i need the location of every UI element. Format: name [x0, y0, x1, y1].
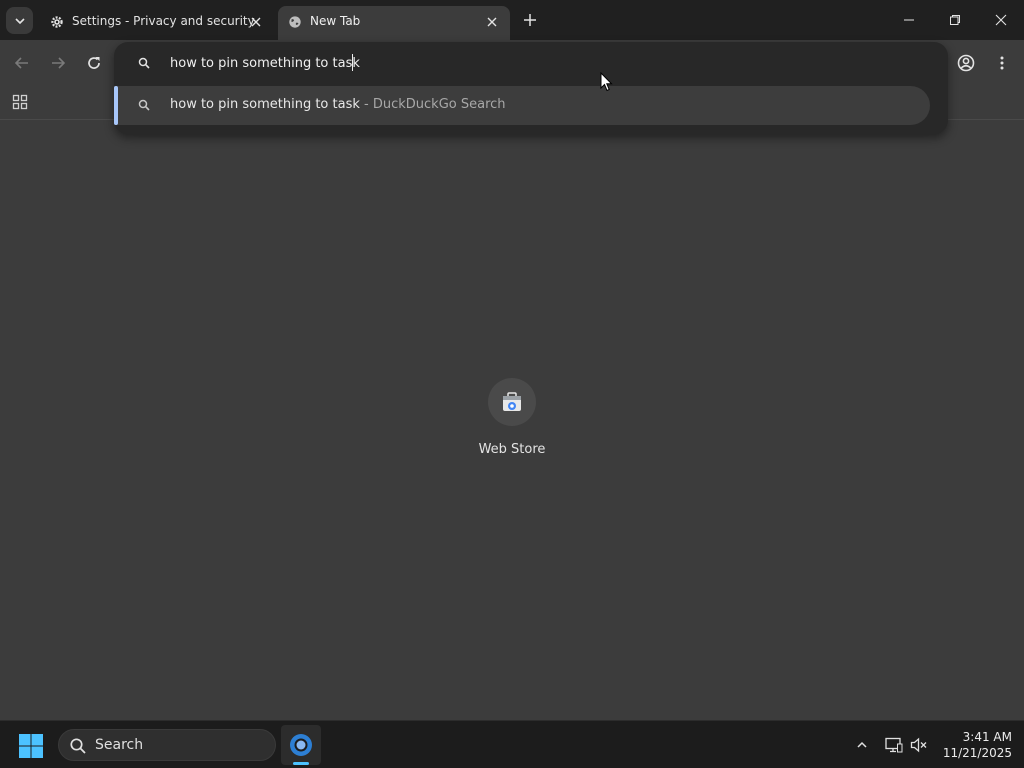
restore-button[interactable]	[932, 0, 978, 40]
suggestion-item[interactable]: how to pin something to task - DuckDuckG…	[114, 86, 930, 125]
suggestion-query: how to pin something to task	[170, 97, 360, 112]
globe-icon	[287, 14, 303, 30]
back-button[interactable]	[10, 51, 34, 75]
mouse-cursor-icon	[600, 72, 613, 92]
taskbar-search[interactable]: Search	[58, 729, 276, 761]
chevron-down-icon	[14, 17, 25, 24]
apps-grid-icon	[12, 94, 28, 110]
reload-icon	[88, 57, 100, 69]
taskbar-search-label: Search	[95, 737, 144, 753]
account-icon	[957, 54, 975, 72]
selection-indicator	[114, 86, 118, 125]
arrow-right-icon	[52, 57, 66, 69]
search-icon	[136, 55, 152, 71]
address-input[interactable]	[170, 52, 770, 74]
shortcut-tile[interactable]: Web Store	[472, 376, 552, 466]
tab-title: Settings - Privacy and security	[72, 14, 255, 28]
tab-settings[interactable]: Settings - Privacy and security	[40, 6, 274, 40]
windows-start-icon[interactable]	[18, 733, 44, 759]
close-icon[interactable]	[484, 14, 500, 30]
tab-new-tab[interactable]: New Tab	[278, 6, 510, 40]
tab-strip: Settings - Privacy and security New Tab	[0, 0, 1024, 40]
text-caret	[352, 54, 353, 71]
omnibox-popup: how to pin something to task - DuckDuckG…	[114, 42, 948, 134]
volume-muted-icon	[910, 737, 927, 753]
network-icon	[885, 737, 903, 753]
search-icon	[136, 97, 152, 113]
close-icon	[995, 14, 1007, 26]
tab-title: New Tab	[310, 14, 361, 28]
gear-icon	[49, 14, 65, 30]
browser-icon	[290, 734, 312, 756]
clock-date: 11/21/2025	[942, 746, 1012, 760]
clock-time: 3:41 AM	[962, 730, 1012, 744]
reload-button[interactable]	[82, 51, 106, 75]
restore-icon	[950, 15, 960, 25]
more-vert-icon	[1000, 56, 1004, 70]
minimize-icon	[904, 19, 914, 21]
taskbar: Search 3:41 AM 11/21/2025	[0, 720, 1024, 768]
plus-icon	[524, 14, 536, 26]
search-icon	[70, 738, 86, 754]
shortcut-icon-circle	[488, 378, 536, 426]
active-app-indicator	[293, 762, 309, 765]
taskbar-browser-app[interactable]	[281, 725, 321, 765]
forward-button[interactable]	[46, 51, 70, 75]
minimize-button[interactable]	[886, 0, 932, 40]
menu-button[interactable]	[990, 51, 1014, 75]
volume-button[interactable]	[909, 735, 929, 755]
tab-search-button[interactable]	[6, 7, 33, 34]
shortcut-label: Web Store	[478, 442, 546, 457]
network-button[interactable]	[884, 735, 904, 755]
apps-button[interactable]	[10, 92, 30, 112]
suggestion-engine: DuckDuckGo Search	[372, 97, 506, 112]
close-window-button[interactable]	[978, 0, 1024, 40]
suggestion-text: how to pin something to task - DuckDuckG…	[170, 97, 506, 112]
suggestion-separator: -	[359, 97, 373, 112]
new-tab-button[interactable]	[518, 8, 542, 32]
close-icon[interactable]	[248, 14, 264, 30]
omnibox[interactable]	[114, 42, 948, 84]
clock[interactable]: 3:41 AM 11/21/2025	[936, 729, 1012, 761]
chevron-up-icon	[857, 741, 867, 748]
profile-button[interactable]	[954, 51, 978, 75]
web-store-icon	[503, 392, 521, 411]
tray-overflow-button[interactable]	[852, 735, 872, 755]
arrow-left-icon	[14, 57, 28, 69]
